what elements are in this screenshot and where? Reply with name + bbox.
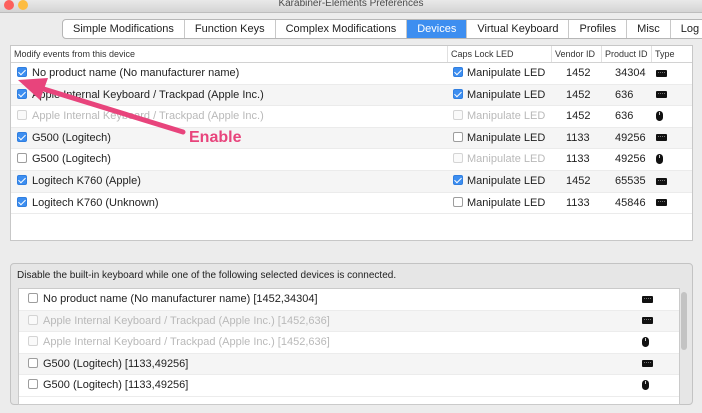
annotation-arrow xyxy=(18,78,186,135)
annotation-enable-label: Enable xyxy=(189,129,242,146)
